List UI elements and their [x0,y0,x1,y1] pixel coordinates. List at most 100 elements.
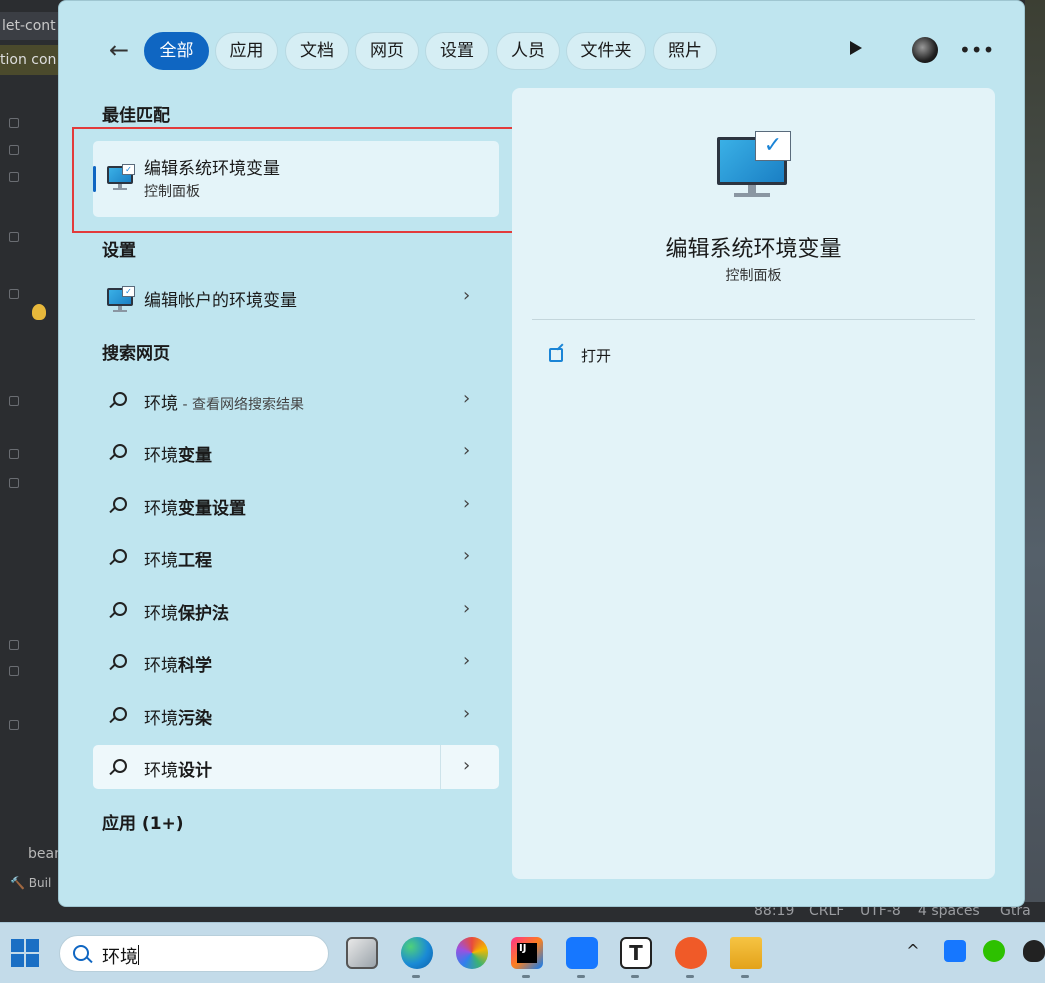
search-icon [113,392,127,406]
web-result-query: 环境 [144,394,178,414]
chevron-right-icon[interactable]: › [463,493,470,514]
fold-marker-icon [9,720,19,730]
section-apps: 应用 (1+) [102,814,184,834]
web-result-completion: 保护法 [178,604,229,624]
web-result-completion: 工程 [178,551,212,571]
web-result-completion: 污染 [178,709,212,729]
avatar[interactable] [912,37,938,63]
web-result-query: 环境 [144,446,178,466]
web-result-completion: 变量 [178,446,212,466]
wechat-icon[interactable] [983,940,1005,962]
selection-accent [93,166,96,192]
best-match-subtitle: 控制面板 [144,184,200,200]
feishu-tray-icon[interactable] [944,940,966,962]
background-editor-tab: let-cont [0,12,58,40]
chevron-right-icon[interactable]: › [463,545,470,566]
settings-result-title: 编辑帐户的环境变量 [144,291,297,311]
web-result[interactable]: 环境科学 › [93,640,499,684]
filter-apps[interactable]: 应用 [215,32,278,70]
task-view-icon[interactable] [346,937,378,969]
web-result-completion: 科学 [178,656,212,676]
filter-all[interactable]: 全部 [144,32,209,70]
hammer-icon: 🔨 [10,876,29,890]
web-result[interactable]: 环境工程 › [93,535,499,579]
open-external-icon[interactable] [549,348,563,362]
chevron-up-icon[interactable]: ^ [902,940,924,962]
divider [440,745,441,789]
windows-start-icon[interactable] [11,939,39,967]
monitor-icon: ✓ [107,164,137,192]
web-result-query: 环境 [144,709,178,729]
web-result-completion: 设计 [178,761,212,781]
fold-marker-icon [9,172,19,182]
taskbar: 环境 IJ T ^ [0,922,1045,983]
feishu-icon[interactable] [566,937,598,969]
chevron-right-icon[interactable]: › [463,388,470,409]
best-match-result[interactable]: ✓ 编辑系统环境变量 控制面板 [93,141,499,217]
fold-marker-icon [9,118,19,128]
search-icon [113,654,127,668]
lightbulb-icon[interactable] [32,304,46,320]
divider [532,319,975,320]
web-result-hovered[interactable]: 环境设计 › [93,745,499,789]
monitor-icon: ✓ [107,286,137,314]
typora-icon[interactable]: T [620,937,652,969]
section-best-match: 最佳匹配 [102,106,170,126]
chevron-right-icon[interactable]: › [463,598,470,619]
colorful-app-icon[interactable] [456,937,488,969]
search-icon [73,945,89,961]
search-icon [113,707,127,721]
web-result-hint: - 查看网络搜索结果 [178,397,304,413]
chevron-right-icon[interactable]: › [463,285,470,306]
chevron-right-icon[interactable]: › [463,440,470,461]
web-result-query: 环境 [144,499,178,519]
best-match-title: 编辑系统环境变量 [144,159,280,179]
filter-documents[interactable]: 文档 [285,32,349,70]
background-ide-gutter [0,0,58,922]
windows-search-panel: ← 全部 应用 文档 网页 设置 人员 文件夹 照片 ••• 最佳匹配 ✓ 编辑… [58,0,1025,907]
pen-app-icon[interactable] [675,937,707,969]
taskbar-search-value: 环境 [102,947,138,968]
fold-marker-icon [9,478,19,488]
web-result-completion: 变量设置 [178,499,246,519]
detail-subtitle: 控制面板 [725,268,782,284]
fold-marker-icon [9,289,19,299]
web-result[interactable]: 环境 - 查看网络搜索结果 › [93,378,499,422]
taskbar-search-input[interactable]: 环境 [59,935,329,972]
more-options-icon[interactable]: ••• [959,35,994,65]
running-indicator [741,975,749,978]
fold-marker-icon [9,145,19,155]
running-indicator [686,975,694,978]
background-editor-banner: tion con [0,45,58,75]
filter-folders[interactable]: 文件夹 [566,32,646,70]
monitor-large-icon: ✓ [717,131,793,199]
search-icon [113,759,127,773]
open-action[interactable]: 打开 [581,345,611,366]
file-explorer-icon[interactable] [730,937,762,969]
fold-marker-icon [9,449,19,459]
search-icon [113,549,127,563]
fold-marker-icon [9,666,19,676]
chevron-right-icon[interactable]: › [463,755,470,776]
play-icon[interactable] [850,41,862,55]
web-result[interactable]: 环境污染 › [93,693,499,737]
intellij-idea-icon[interactable]: IJ [511,937,543,969]
web-result[interactable]: 环境变量 › [93,430,499,474]
filter-web[interactable]: 网页 [355,32,419,70]
chevron-right-icon[interactable]: › [463,703,470,724]
section-search-web: 搜索网页 [102,344,170,364]
back-arrow-icon[interactable]: ← [105,35,133,65]
filter-settings[interactable]: 设置 [425,32,489,70]
filter-people[interactable]: 人员 [496,32,560,70]
settings-result[interactable]: ✓ 编辑帐户的环境变量 › [93,275,499,319]
detail-title: 编辑系统环境变量 [665,237,842,262]
build-tool-button[interactable]: 🔨 Buil [10,876,51,890]
running-indicator [577,975,585,978]
edge-icon[interactable] [401,937,433,969]
web-result[interactable]: 环境变量设置 › [93,483,499,527]
qq-icon[interactable] [1023,940,1045,962]
filter-photos[interactable]: 照片 [653,32,717,70]
text-caret [138,945,139,965]
chevron-right-icon[interactable]: › [463,650,470,671]
web-result[interactable]: 环境保护法 › [93,588,499,632]
